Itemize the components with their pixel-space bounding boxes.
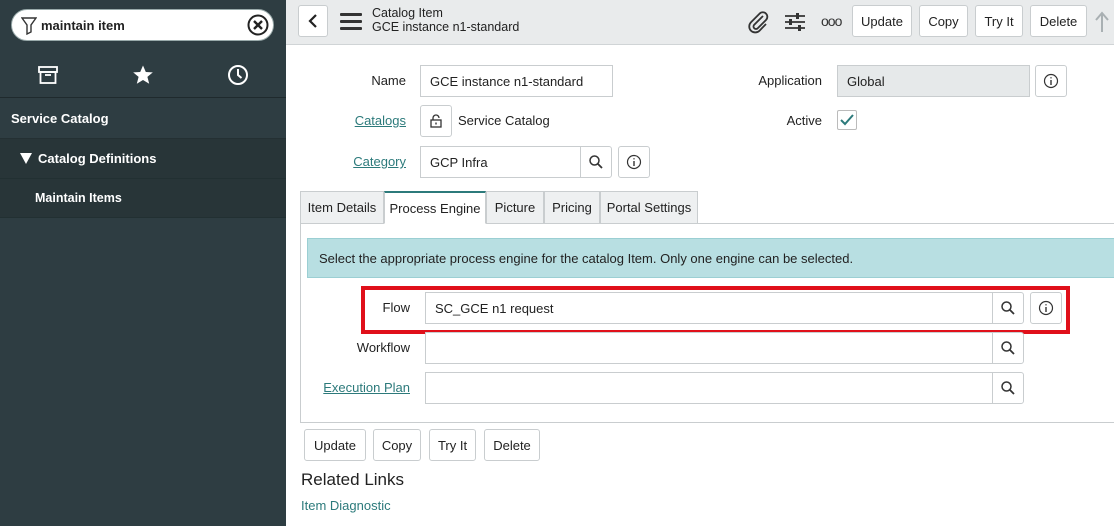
active-label: Active [786, 113, 822, 128]
search-icon [1001, 381, 1015, 395]
category-field[interactable]: GCP Infra [420, 146, 581, 178]
filter-icon [21, 17, 37, 35]
catalogs-lock-button[interactable] [420, 105, 452, 137]
header-title: Catalog Item [372, 6, 443, 20]
copy-button[interactable]: Copy [919, 5, 968, 37]
lock-icon [430, 114, 442, 128]
info-banner: Select the appropriate process engine fo… [307, 238, 1114, 278]
tab-process-engine[interactable]: Process Engine [384, 191, 486, 224]
back-button[interactable] [298, 5, 328, 37]
context-menu-icon[interactable] [340, 13, 362, 31]
collapse-triangle-icon [20, 153, 32, 164]
more-options-icon[interactable]: ooo [821, 13, 842, 29]
application-info-button[interactable] [1035, 65, 1067, 97]
filter-text: maintain item [41, 18, 125, 33]
search-icon [589, 155, 603, 169]
module-maintain-items[interactable]: Maintain Items [0, 178, 286, 218]
tab-all-apps[interactable] [0, 52, 95, 98]
workflow-search-button[interactable] [992, 332, 1024, 364]
related-links-heading: Related Links [301, 470, 405, 489]
info-icon [626, 154, 642, 170]
check-icon [840, 114, 854, 126]
active-checkbox[interactable] [837, 110, 857, 130]
category-info-button[interactable] [618, 146, 650, 178]
try-it-button[interactable]: Try It [975, 5, 1023, 37]
star-icon [132, 65, 153, 84]
paperclip-icon[interactable] [746, 10, 770, 34]
catalogs-value: Service Catalog [458, 113, 550, 128]
clear-filter-icon[interactable] [247, 14, 269, 36]
category-link[interactable]: Category [330, 154, 406, 169]
item-label: Maintain Items [35, 191, 122, 205]
tab-favorites[interactable] [95, 52, 190, 98]
name-label: Name [371, 73, 406, 88]
application-label: Application [758, 73, 822, 88]
workflow-field[interactable] [425, 332, 993, 364]
item-diagnostic-link[interactable]: Item Diagnostic [301, 498, 391, 513]
archive-icon [37, 66, 58, 84]
info-icon [1043, 73, 1059, 89]
name-field[interactable]: GCE instance n1-standard [420, 65, 613, 97]
tab-item-details[interactable]: Item Details [300, 191, 384, 224]
footer-update-button[interactable]: Update [304, 429, 366, 461]
form-header: Catalog Item GCE instance n1-standard oo… [286, 0, 1114, 45]
execution-plan-field[interactable] [425, 372, 993, 404]
app-service-catalog[interactable]: Service Catalog [0, 98, 286, 138]
footer-try-it-button[interactable]: Try It [429, 429, 476, 461]
catalogs-link[interactable]: Catalogs [330, 113, 406, 128]
navigator-tabs [0, 52, 286, 98]
clock-icon [227, 65, 248, 85]
settings-sliders-icon[interactable] [783, 10, 807, 34]
application-field: Global [837, 65, 1030, 97]
header-subtitle: GCE instance n1-standard [372, 20, 520, 34]
chevron-left-icon [308, 14, 317, 28]
footer-delete-button[interactable]: Delete [484, 429, 540, 461]
tab-history[interactable] [190, 52, 285, 98]
workflow-label: Workflow [356, 340, 410, 355]
flow-highlight-box [361, 286, 1070, 334]
execution-plan-link[interactable]: Execution Plan [310, 380, 410, 395]
tab-picture[interactable]: Picture [486, 191, 544, 224]
navigator-filter-input[interactable]: maintain item [11, 9, 274, 41]
app-label: Service Catalog [11, 110, 109, 126]
category-search-button[interactable] [580, 146, 612, 178]
footer-copy-button[interactable]: Copy [373, 429, 421, 461]
update-button[interactable]: Update [852, 5, 912, 37]
delete-button[interactable]: Delete [1030, 5, 1087, 37]
search-icon [1001, 341, 1015, 355]
module-label: Catalog Definitions [38, 151, 157, 166]
tab-pricing[interactable]: Pricing [544, 191, 600, 224]
module-catalog-definitions[interactable]: Catalog Definitions [0, 138, 286, 178]
header-title-block: Catalog Item GCE instance n1-standard [372, 6, 519, 34]
execution-plan-search-button[interactable] [992, 372, 1024, 404]
tab-portal-settings[interactable]: Portal Settings [600, 191, 698, 224]
arrow-up-icon[interactable] [1094, 10, 1110, 34]
navigator-sidebar: maintain item Service Catalog Catalog De… [0, 0, 286, 526]
